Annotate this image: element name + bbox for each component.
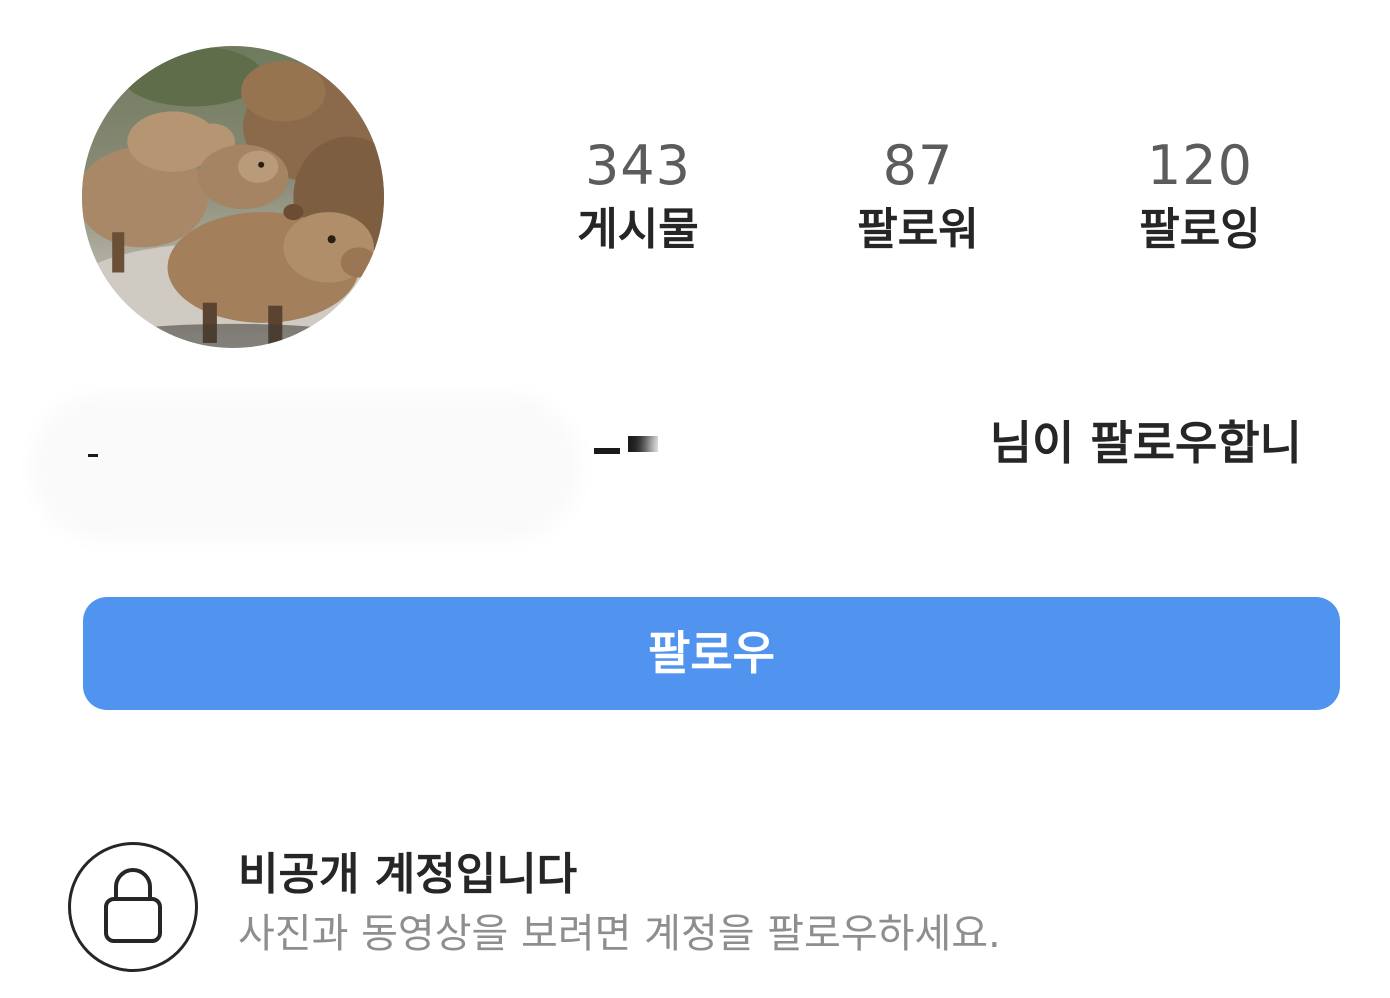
redaction-blur [662,408,992,488]
posts-label: 게시물 [577,204,699,255]
redaction-remnant [628,436,658,452]
private-account-title: 비공개 계정입니다 [238,849,578,900]
redaction-blur [46,408,566,526]
lock-icon [104,868,162,943]
following-label: 팔로잉 [1139,204,1261,255]
follow-button[interactable]: 팔로우 [83,597,1340,710]
stat-posts[interactable]: 343 게시물 [518,132,758,260]
following-count: 120 [1146,134,1254,197]
posts-count: 343 [584,134,692,197]
lock-badge [68,842,198,972]
redaction-remnant [88,454,98,457]
redaction-remnant [594,448,620,454]
stat-followers[interactable]: 87 팔로워 [798,132,1038,260]
followers-count: 87 [882,134,954,197]
followed-by-text: 님이 팔로우합니 [989,416,1302,470]
profile-avatar[interactable] [82,46,384,348]
private-account-description: 사진과 동영상을 보려면 계정을 팔로우하세요. [238,911,1001,957]
stat-following[interactable]: 120 팔로잉 [1080,132,1320,260]
capybara-photo [82,46,384,348]
followed-by-line[interactable]: 님이 팔로우합니 [46,398,1346,538]
followers-label: 팔로워 [857,204,979,255]
